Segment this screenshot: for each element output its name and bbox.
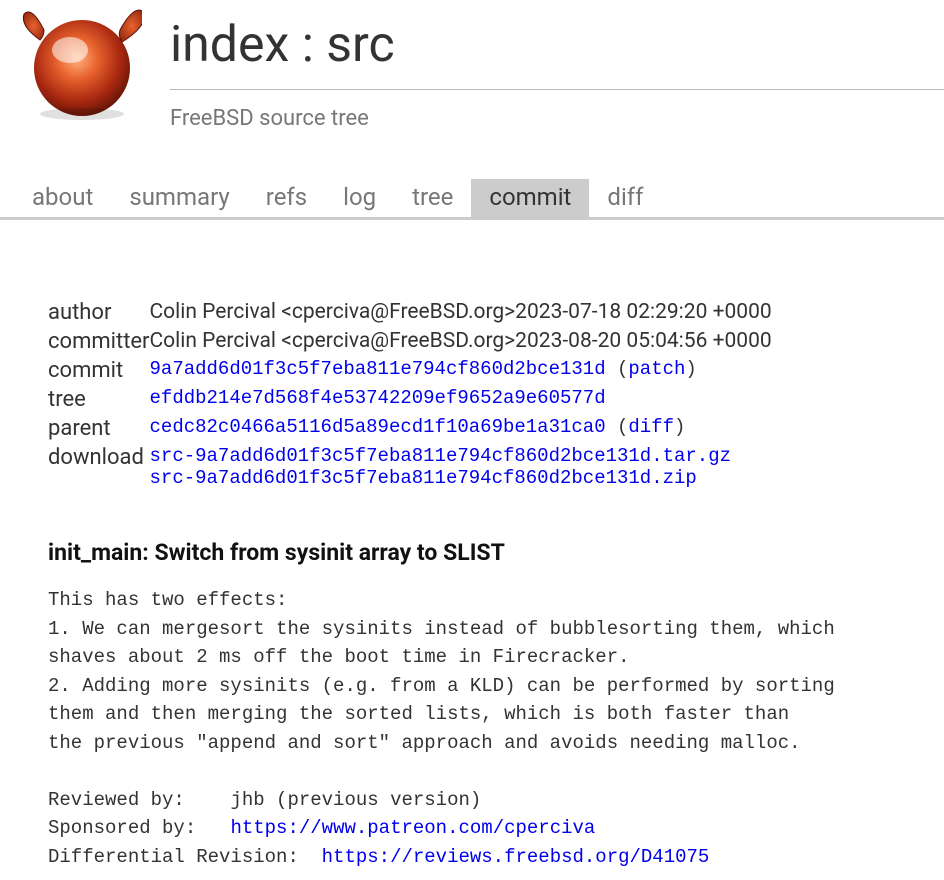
reviewed-by-label: Reviewed by: — [48, 789, 185, 811]
commit-body: This has two effects: 1. We can mergesor… — [48, 586, 944, 871]
parent-label: parent — [48, 414, 150, 443]
tab-commit[interactable]: commit — [471, 179, 589, 217]
table-row: parent cedc82c0466a5116d5a89ecd1f10a69be… — [48, 414, 772, 443]
parent-hash-link[interactable]: cedc82c0466a5116d5a89ecd1f10a69be1a31ca0 — [150, 416, 606, 438]
author-value: Colin Percival <cperciva@FreeBSD.org> — [150, 298, 516, 327]
table-row: tree efddb214e7d568f4e53742209ef9652a9e6… — [48, 385, 772, 414]
sponsored-by-label: Sponsored by: — [48, 817, 196, 839]
diffrev-link[interactable]: https://reviews.freebsd.org/D41075 — [322, 846, 710, 868]
breadcrumb: index : src — [170, 18, 944, 89]
tree-hash-link[interactable]: efddb214e7d568f4e53742209ef9652a9e60577d — [150, 387, 606, 409]
index-link[interactable]: index — [170, 16, 289, 74]
repo-description: FreeBSD source tree — [170, 106, 944, 131]
paren-close: ) — [685, 358, 696, 380]
page-header: index : src FreeBSD source tree — [0, 0, 944, 131]
table-row: commit 9a7add6d01f3c5f7eba811e794cf860d2… — [48, 356, 772, 385]
download-label: download — [48, 443, 150, 491]
download-zip-link[interactable]: src-9a7add6d01f3c5f7eba811e794cf860d2bce… — [150, 467, 697, 489]
table-row: download src-9a7add6d01f3c5f7eba811e794c… — [48, 443, 772, 491]
title-divider — [170, 89, 944, 90]
sponsored-by-link[interactable]: https://www.patreon.com/cperciva — [230, 817, 595, 839]
parent-diff-link[interactable]: diff — [628, 416, 674, 438]
title-separator: : — [289, 16, 326, 74]
repo-link[interactable]: src — [326, 16, 394, 74]
download-cell: src-9a7add6d01f3c5f7eba811e794cf860d2bce… — [150, 443, 772, 491]
paren-close: ) — [674, 416, 685, 438]
commit-hash-link[interactable]: 9a7add6d01f3c5f7eba811e794cf860d2bce131d — [150, 358, 606, 380]
tab-bar: about summary refs log tree commit diff — [0, 179, 944, 220]
committer-value: Colin Percival <cperciva@FreeBSD.org> — [150, 327, 516, 356]
tab-tree[interactable]: tree — [394, 179, 471, 217]
diffrev-label: Differential Revision: — [48, 846, 299, 868]
commit-subject: init_main: Switch from sysinit array to … — [48, 539, 944, 566]
tab-diff[interactable]: diff — [589, 179, 661, 217]
patch-link[interactable]: patch — [628, 358, 685, 380]
title-section: index : src FreeBSD source tree — [170, 18, 944, 131]
table-row: author Colin Percival <cperciva@FreeBSD.… — [48, 298, 772, 327]
tab-refs[interactable]: refs — [248, 179, 325, 217]
paren-open: ( — [617, 358, 628, 380]
author-label: author — [48, 298, 150, 327]
download-tar-link[interactable]: src-9a7add6d01f3c5f7eba811e794cf860d2bce… — [150, 445, 732, 467]
tab-summary[interactable]: summary — [111, 179, 247, 217]
freebsd-logo-icon — [22, 8, 142, 123]
commit-body-text: This has two effects: 1. We can mergesor… — [48, 589, 835, 754]
tab-about[interactable]: about — [14, 179, 111, 217]
paren-open: ( — [617, 416, 628, 438]
table-row: committer Colin Percival <cperciva@FreeB… — [48, 327, 772, 356]
reviewed-by-value: jhb (previous version) — [230, 789, 481, 811]
tab-log[interactable]: log — [325, 179, 394, 217]
commit-hash-cell: 9a7add6d01f3c5f7eba811e794cf860d2bce131d… — [150, 356, 772, 385]
author-date: 2023-07-18 02:29:20 +0000 — [515, 298, 772, 327]
commit-label: commit — [48, 356, 150, 385]
committer-date: 2023-08-20 05:04:56 +0000 — [515, 327, 772, 356]
parent-hash-cell: cedc82c0466a5116d5a89ecd1f10a69be1a31ca0… — [150, 414, 772, 443]
committer-label: committer — [48, 327, 150, 356]
tree-hash-cell: efddb214e7d568f4e53742209ef9652a9e60577d — [150, 385, 772, 414]
commit-meta-table: author Colin Percival <cperciva@FreeBSD.… — [48, 298, 772, 491]
tree-label: tree — [48, 385, 150, 414]
